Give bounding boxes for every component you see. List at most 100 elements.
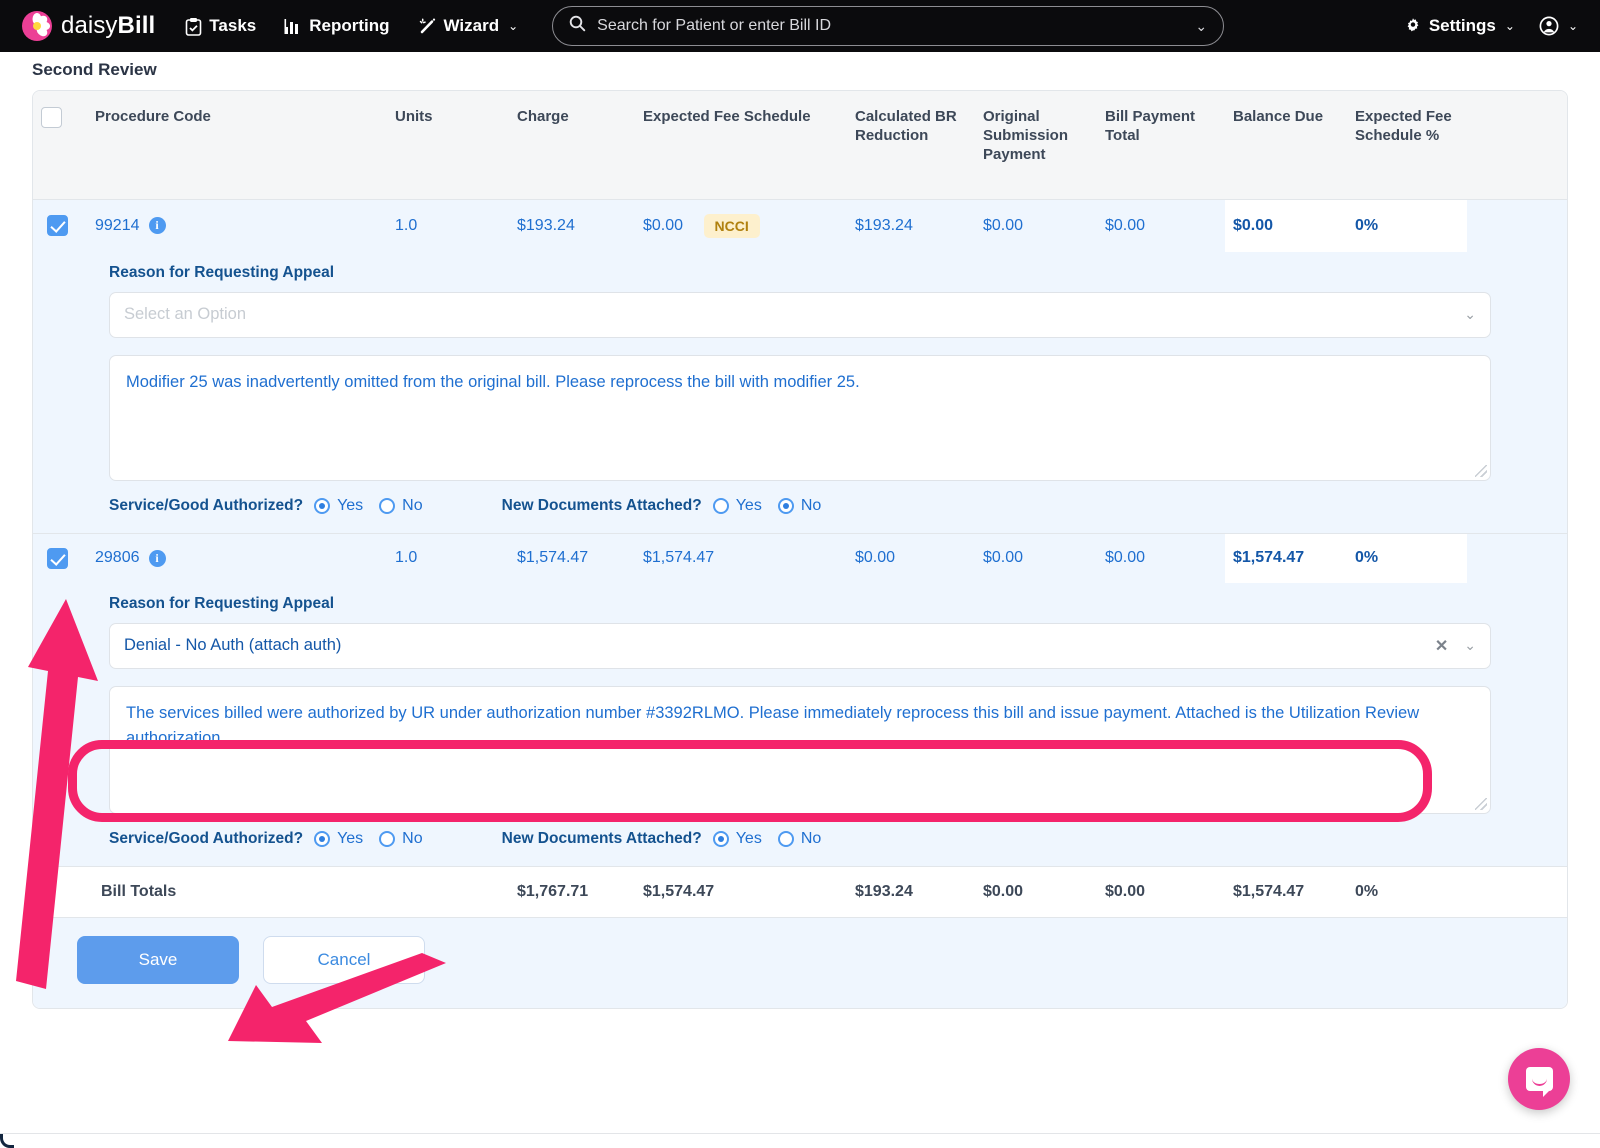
service-authorized-label: Service/Good Authorized?: [109, 829, 304, 847]
cell-spacer: [1467, 198, 1567, 252]
appeal-panel-row: Reason for Requesting Appeal Denial - No…: [33, 582, 1567, 867]
appeal-note-text: The services billed were authorized by U…: [126, 703, 1420, 747]
service-authorized-no-label: No: [402, 829, 423, 847]
service-authorized-no-radio[interactable]: [379, 830, 396, 847]
procedure-code-value[interactable]: 99214: [95, 217, 140, 235]
cell-balance-due: $1,574.47: [1225, 532, 1347, 583]
cell-expected-fee-schedule-pct: 0%: [1347, 198, 1467, 252]
cell-calculated-br-reduction: $193.24: [847, 198, 975, 252]
header-balance-due: Balance Due: [1225, 91, 1347, 200]
nav-item-settings-label: Settings: [1428, 16, 1496, 35]
cell-procedure-code: 29806 i: [87, 532, 387, 583]
bar-chart-icon: [284, 18, 302, 35]
appeal-note-text: Modifier 25 was inadvertently omitted fr…: [126, 372, 860, 391]
totals-original-submission-payment: $0.00: [975, 865, 1097, 917]
save-button[interactable]: Save: [77, 935, 239, 984]
new-documents-label: New Documents Attached?: [501, 496, 702, 514]
totals-expected-fee-schedule-pct: 0%: [1347, 865, 1467, 917]
cell-bill-payment-total: $0.00: [1097, 532, 1225, 583]
cell-expected-fee-schedule: $1,574.47: [635, 532, 847, 583]
service-authorized-yes-radio[interactable]: [314, 830, 331, 847]
cancel-button[interactable]: Cancel: [263, 935, 425, 984]
chevron-down-icon[interactable]: ⌄: [1464, 637, 1476, 654]
table-row[interactable]: 29806 i 1.0 $1,574.47 $1,574.47 $0.00 $0…: [33, 532, 1567, 583]
nav-item-reporting-label: Reporting: [309, 16, 390, 35]
search-dropdown-chevron-icon[interactable]: ⌄: [1195, 18, 1207, 35]
cell-bill-payment-total: $0.00: [1097, 198, 1225, 252]
appeal-note-textarea[interactable]: The services billed were authorized by U…: [109, 685, 1491, 814]
procedure-code-value[interactable]: 29806: [95, 549, 140, 567]
header-bill-payment-total: Bill Payment Total: [1097, 91, 1225, 200]
header-units: Units: [387, 91, 509, 200]
new-documents-yes-radio[interactable]: [712, 830, 729, 847]
chevron-down-icon[interactable]: ⌄: [1464, 306, 1476, 323]
page-title: Second Review: [32, 60, 157, 79]
new-documents-yes-radio[interactable]: [712, 497, 729, 514]
nav-item-wizard[interactable]: Wizard ⌄: [418, 16, 519, 36]
clear-selection-icon[interactable]: ✕: [1435, 636, 1448, 656]
nav-item-settings[interactable]: Settings ⌄: [1404, 16, 1515, 36]
appeal-panel: Reason for Requesting Appeal Select an O…: [33, 256, 1567, 533]
status-badge: NCCI: [703, 213, 760, 238]
nav-item-reporting[interactable]: Reporting: [284, 16, 390, 36]
header-procedure-code: Procedure Code: [87, 91, 387, 200]
global-search-bar[interactable]: Search for Patient or enter Bill ID ⌄: [552, 6, 1225, 46]
select-all-header: [33, 91, 87, 200]
brand-logo[interactable]: daisyBill: [22, 11, 155, 41]
navbar-right-group: Settings ⌄ ⌄: [1404, 16, 1578, 36]
nav-item-account[interactable]: ⌄: [1539, 16, 1578, 36]
table-row[interactable]: 99214 i 1.0 $193.24 $0.00 NCCI $193.24 $…: [33, 198, 1567, 252]
appeal-panel-row: Reason for Requesting Appeal Select an O…: [33, 251, 1567, 534]
chevron-down-icon: ⌄: [508, 19, 519, 33]
appeal-reason-label: Reason for Requesting Appeal: [109, 594, 335, 612]
search-input[interactable]: Search for Patient or enter Bill ID: [597, 17, 1184, 35]
gear-icon: [1404, 17, 1422, 35]
header-original-submission-payment: Original Submission Payment: [975, 91, 1097, 200]
form-actions: Save Cancel: [33, 916, 1567, 1008]
service-authorized-no-radio[interactable]: [379, 497, 396, 514]
nav-item-tasks[interactable]: Tasks: [185, 16, 256, 36]
new-documents-no-radio[interactable]: [777, 497, 794, 514]
chat-support-button[interactable]: [1508, 1048, 1570, 1110]
resize-handle-icon[interactable]: [1475, 797, 1487, 810]
cell-units: 1.0: [387, 532, 509, 583]
new-documents-no-radio[interactable]: [777, 830, 794, 847]
table-header: Procedure Code Units Charge Expected Fee…: [33, 91, 1567, 200]
cell-units: 1.0: [387, 198, 509, 252]
info-icon[interactable]: i: [148, 549, 166, 567]
totals-charge: $1,767.71: [509, 865, 635, 917]
brand-name-first: daisy: [61, 12, 118, 39]
totals-calculated-br-reduction: $193.24: [847, 865, 975, 917]
service-authorized-label: Service/Good Authorized?: [109, 496, 304, 514]
second-review-card: Procedure Code Units Charge Expected Fee…: [32, 90, 1568, 1009]
search-icon: [569, 15, 586, 37]
header-spacer: [1467, 91, 1567, 200]
appeal-reason-label: Reason for Requesting Appeal: [109, 263, 335, 281]
expected-fee-schedule-value: $0.00: [643, 216, 684, 234]
info-icon[interactable]: i: [148, 217, 166, 235]
brand-name-second: Bill: [117, 12, 156, 39]
row-select-checkbox[interactable]: [47, 215, 68, 237]
appeal-reason-select[interactable]: Denial - No Auth (attach auth) ✕ ⌄: [109, 622, 1491, 669]
user-circle-icon: [1539, 16, 1559, 36]
row-select-cell: [33, 532, 87, 583]
totals-label: Bill Totals: [87, 865, 387, 917]
page-content: Second Review Procedure Code Units Charg…: [0, 52, 1600, 1009]
row-select-checkbox[interactable]: [47, 547, 68, 569]
totals-bill-payment-total: $0.00: [1097, 865, 1225, 917]
appeal-reason-select[interactable]: Select an Option ⌄: [109, 291, 1491, 338]
appeal-note-textarea[interactable]: Modifier 25 was inadvertently omitted fr…: [109, 354, 1491, 481]
select-all-checkbox[interactable]: [41, 107, 62, 128]
cell-expected-fee-schedule-pct: 0%: [1347, 532, 1467, 583]
totals-end-spacer: [1467, 865, 1567, 917]
chat-bubble-icon: [1525, 1067, 1553, 1097]
new-documents-no-label: No: [800, 829, 822, 847]
totals-balance-due: $1,574.47: [1225, 865, 1347, 917]
nav-item-wizard-label: Wizard: [443, 16, 500, 35]
page-divider: [0, 1133, 1600, 1134]
new-documents-no-label: No: [800, 496, 822, 514]
service-authorized-yes-radio[interactable]: [314, 497, 331, 514]
cell-spacer: [1467, 532, 1567, 583]
bill-lines-table: Procedure Code Units Charge Expected Fee…: [33, 91, 1567, 917]
resize-handle-icon[interactable]: [1475, 464, 1487, 477]
